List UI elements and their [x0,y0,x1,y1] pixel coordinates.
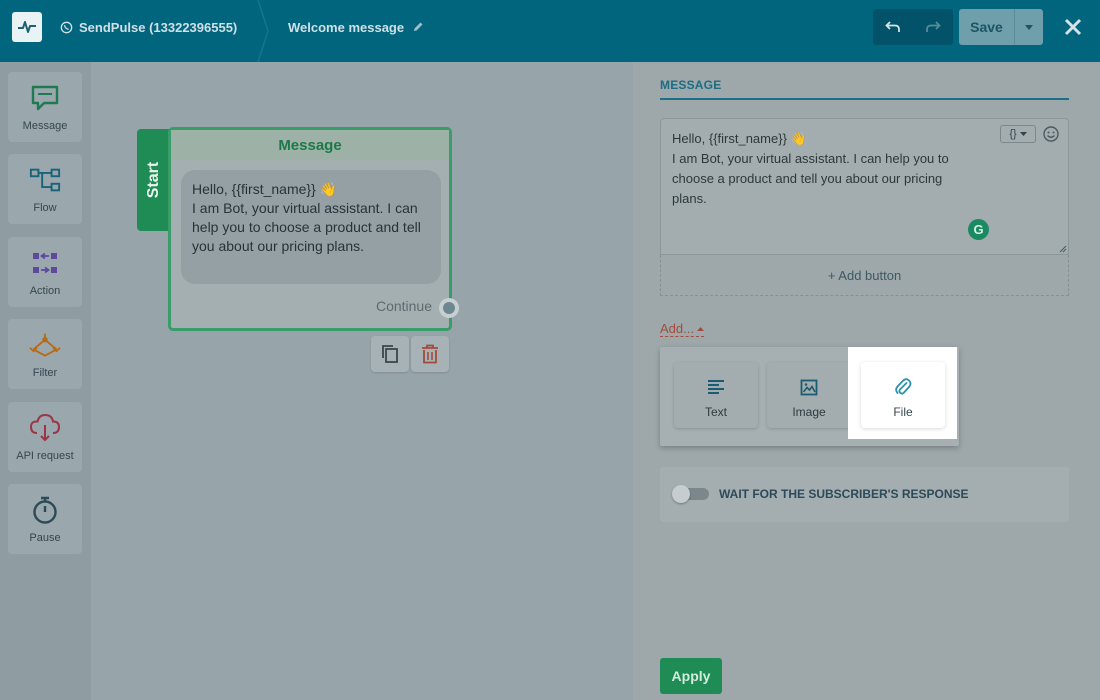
close-icon [1064,18,1082,36]
tool-filter[interactable]: Filter [8,319,82,389]
emoji-icon[interactable] [1042,125,1060,143]
add-option-label: File [893,405,913,419]
copy-icon [382,345,398,363]
caret-up-icon [696,326,704,331]
wait-for-response-row: WAIT FOR THE SUBSCRIBER'S RESPONSE [660,467,1069,522]
grammarly-icon[interactable]: G [968,219,989,240]
add-content-dropdown[interactable]: Add... [660,321,704,337]
message-settings-panel: MESSAGE Hello, {{first_name}} 👋 I am Bot… [633,62,1100,700]
redo-button[interactable] [913,9,953,45]
add-label: Add... [660,321,694,336]
add-button-button[interactable]: + Add button [660,255,1069,296]
top-bar: SendPulse (13322396555) Welcome message … [0,0,1100,62]
variable-braces-icon: {} [1009,128,1017,140]
close-button[interactable] [1061,15,1085,39]
add-option-label: Text [704,405,727,419]
tool-flow[interactable]: Flow [8,154,82,224]
tool-pause[interactable]: Pause [8,484,82,554]
tool-label: Action [29,285,61,297]
text-align-icon [705,376,727,398]
pause-icon [29,494,61,526]
tool-label: Message [22,120,68,132]
history-controls [873,9,953,45]
tool-label: Filter [32,367,58,379]
whatsapp-icon [60,21,73,33]
caret-down-icon [1019,132,1027,136]
delete-node-button[interactable] [411,336,449,372]
tool-label: Pause [29,532,61,544]
wait-for-response-toggle[interactable] [672,485,709,503]
flow-icon [29,164,61,196]
redo-icon [926,21,941,32]
trash-icon [422,344,438,364]
sendpulse-logo-icon[interactable] [12,12,42,42]
flow-canvas[interactable]: Start Message Hello, {{first_name}} 👋 I … [91,62,633,700]
add-text-option[interactable]: Text [674,362,758,428]
undo-button[interactable] [873,9,913,45]
wait-for-response-label: WAIT FOR THE SUBSCRIBER'S RESPONSE [719,487,969,501]
add-file-option[interactable]: File [861,362,945,428]
message-text[interactable]: Hello, {{first_name}} 👋 I am Bot, your v… [672,129,992,209]
bubble-body: I am Bot, your virtual assistant. I can … [192,200,421,254]
resize-handle-icon[interactable] [1057,243,1067,253]
filter-icon [29,329,61,361]
message-line: Hello, {{first_name}} 👋 [672,131,807,146]
section-divider [660,98,1069,100]
duplicate-node-button[interactable] [371,336,409,372]
start-label: Start [145,161,163,199]
tool-api-request[interactable]: API request [8,402,82,472]
flow-title: Welcome message [288,19,405,35]
message-text-editor[interactable]: Hello, {{first_name}} 👋 I am Bot, your v… [660,118,1069,255]
message-line: I am Bot, your virtual assistant. I can … [672,151,949,166]
api-request-icon [29,412,61,444]
continue-connector-port[interactable] [439,298,459,318]
tool-message[interactable]: Message [8,72,82,142]
caret-down-icon [1025,24,1033,30]
start-trigger-tab[interactable]: Start [137,129,171,231]
message-node-bubble: Hello, {{first_name}} 👋 I am Bot, your v… [181,170,441,284]
tool-label: API request [16,450,74,462]
save-button[interactable]: Save [959,9,1014,45]
message-line: choose a product and tell you about our … [672,171,943,186]
image-icon [798,376,820,398]
insert-variable-button[interactable]: {} [1000,125,1036,143]
paperclip-icon [892,376,914,398]
tools-sidebar: Message Flow Action Filter API request P… [0,62,91,700]
bubble-greeting: Hello, {{first_name}} 👋 [192,181,338,197]
breadcrumb-separator [257,0,269,62]
message-node[interactable]: Message Hello, {{first_name}} 👋 I am Bot… [168,127,452,331]
undo-icon [885,21,900,32]
add-image-option[interactable]: Image [767,362,851,428]
action-icon [29,247,61,279]
save-options-button[interactable] [1014,9,1043,45]
save-group: Save [959,9,1043,45]
section-title: MESSAGE [660,78,722,92]
bot-name: SendPulse (13322396555) [79,19,238,35]
message-line: plans. [672,191,707,206]
breadcrumb-flow-title[interactable]: Welcome message [288,18,424,36]
message-icon [29,82,61,114]
tool-label: Flow [33,202,57,214]
apply-button[interactable]: Apply [660,658,722,694]
add-option-label: Image [792,405,826,419]
continue-label: Continue [375,298,432,314]
tool-action[interactable]: Action [8,237,82,307]
breadcrumb-bot[interactable]: SendPulse (13322396555) [60,18,237,36]
pencil-icon[interactable] [412,21,424,33]
message-node-title: Message [171,130,449,160]
